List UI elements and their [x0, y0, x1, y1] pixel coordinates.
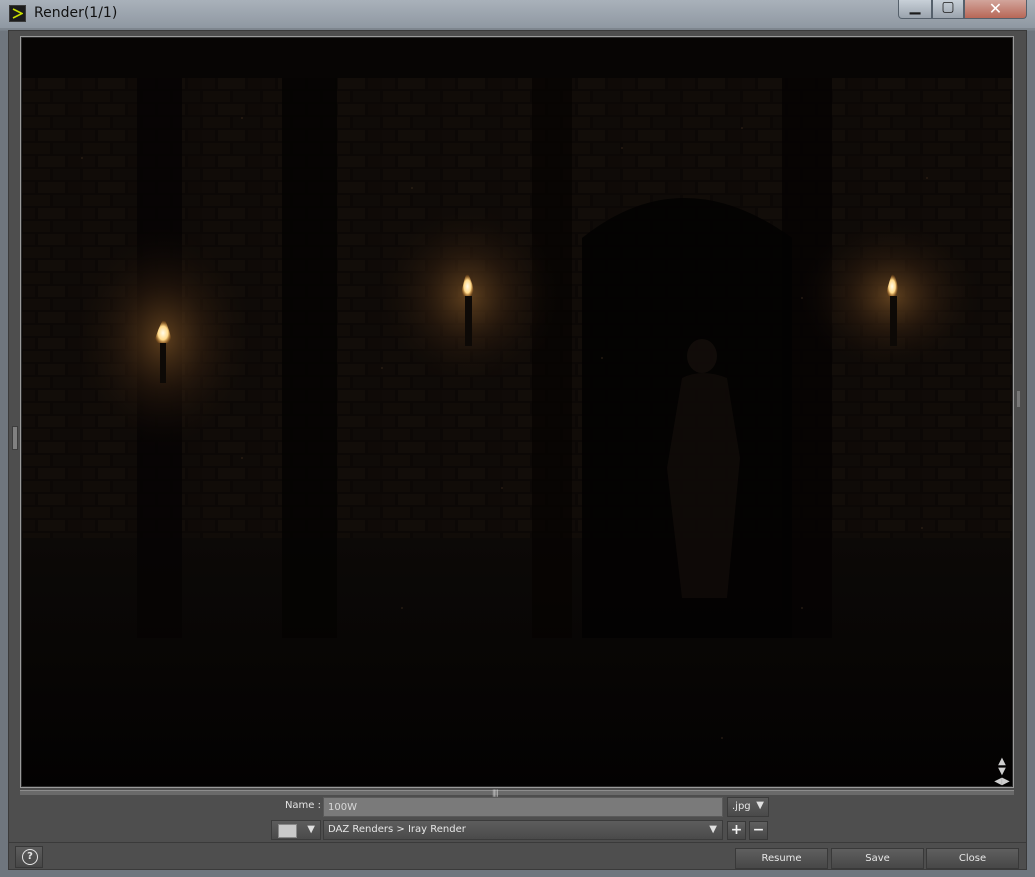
daz-logo-icon: [9, 5, 26, 22]
panel-splitter[interactable]: ||||: [20, 789, 1014, 797]
chevron-down-icon: ▼: [709, 824, 717, 835]
window-close-button[interactable]: ✕: [964, 0, 1027, 19]
minimize-icon: ▁: [909, 0, 921, 15]
render-panel: ▲▼◀▶ |||| Name : .jpg ▼ ▼ DAZ Renders > …: [8, 30, 1027, 870]
image-preset-select[interactable]: ▼: [271, 820, 321, 840]
right-resize-handle[interactable]: [1017, 391, 1020, 407]
render-canvas-frame: [20, 36, 1014, 788]
title-bar[interactable]: Render(1/1) ▁ ▢ ✕: [0, 0, 1035, 28]
name-input[interactable]: [323, 797, 723, 817]
left-resize-handle[interactable]: [12, 426, 18, 450]
splitter-grip-icon: ||||: [492, 789, 499, 797]
footer-divider: [9, 842, 1026, 843]
resume-button[interactable]: Resume: [735, 848, 828, 869]
name-label: Name :: [284, 800, 321, 811]
help-button[interactable]: ?: [15, 846, 43, 868]
window-title: Render(1/1): [34, 5, 118, 21]
help-icon: ?: [22, 849, 38, 865]
close-icon: ✕: [988, 0, 1003, 18]
extension-value: .jpg: [732, 801, 751, 812]
render-image: [22, 38, 1012, 786]
maximize-icon: ▢: [941, 0, 955, 15]
save-path-select[interactable]: DAZ Renders > Iray Render ▼: [323, 820, 723, 840]
render-scene: [22, 38, 1012, 786]
remove-path-button[interactable]: −: [749, 821, 768, 840]
save-button[interactable]: Save: [831, 848, 924, 869]
chevron-down-icon: ▼: [756, 800, 764, 811]
add-path-button[interactable]: +: [727, 821, 746, 840]
close-button[interactable]: Close: [926, 848, 1019, 869]
save-path-value: DAZ Renders > Iray Render: [328, 824, 466, 835]
render-window: Render(1/1) ▁ ▢ ✕ ▲ ▼ ◀▶ |||| Name: 100…: [0, 0, 1035, 877]
image-icon: [278, 824, 297, 838]
extension-select[interactable]: .jpg ▼: [727, 797, 769, 817]
maximize-button[interactable]: ▢: [932, 0, 964, 19]
minimize-button[interactable]: ▁: [898, 0, 932, 19]
chevron-down-icon: ▼: [307, 824, 315, 835]
